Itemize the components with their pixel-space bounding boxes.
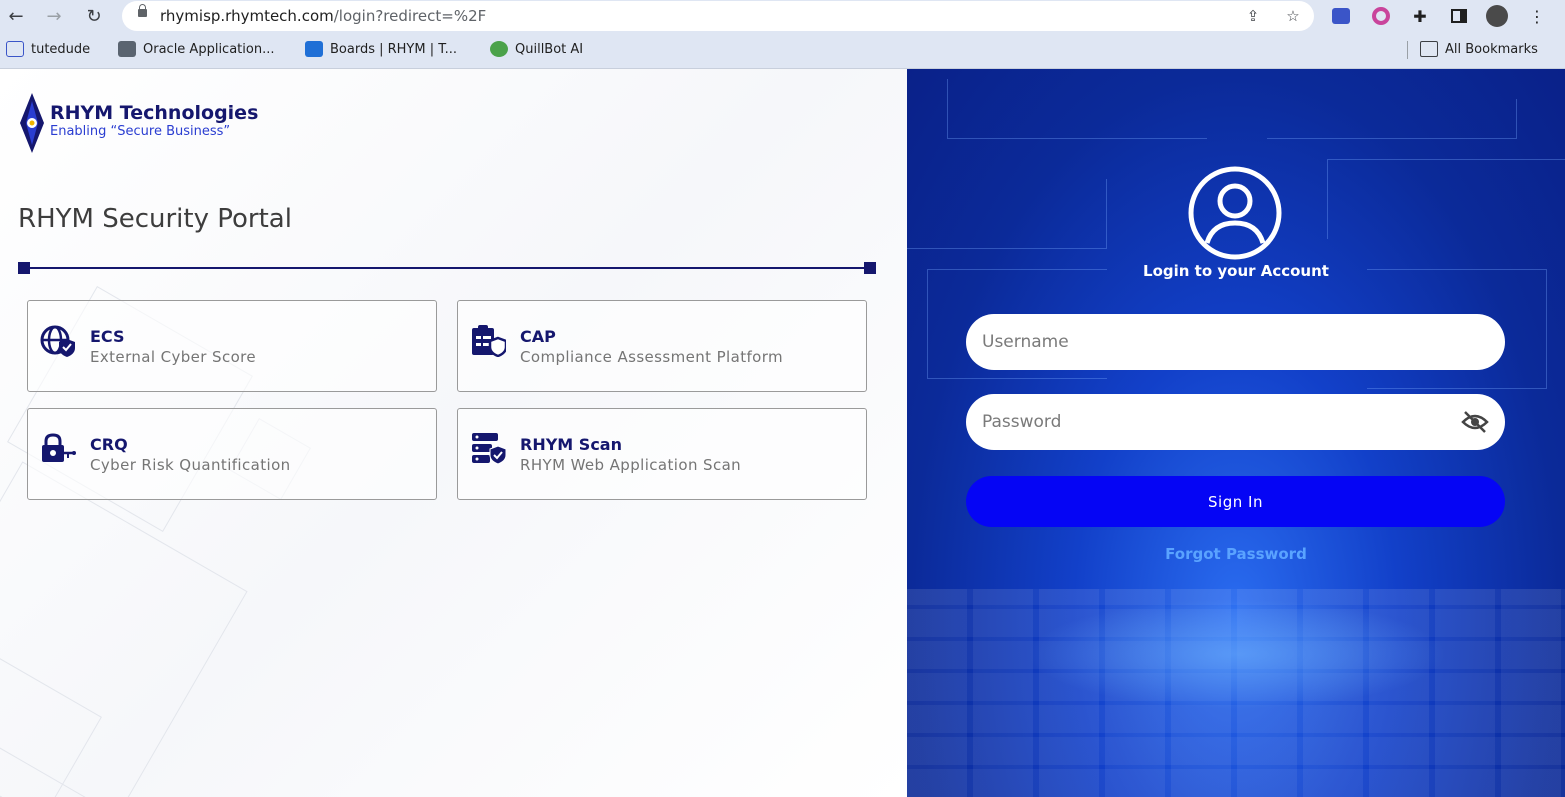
glow-decoration: [1027, 599, 1447, 709]
browser-toolbar: ← → ↻ rhymisp.rhymtech.com/login?redirec…: [0, 0, 1565, 32]
bookmarks-bar: tutedude Oracle Application... Boards | …: [0, 32, 1565, 69]
star-icon[interactable]: ☆: [1282, 5, 1304, 27]
bookmark-boards[interactable]: Boards | RHYM | T...: [305, 41, 457, 57]
bookmark-tutedude[interactable]: tutedude: [6, 41, 90, 57]
login-page: RHYM Technologies Enabling “Secure Busin…: [0, 69, 1565, 797]
address-bar[interactable]: rhymisp.rhymtech.com/login?redirect=%2F …: [122, 1, 1314, 31]
forgot-password-link[interactable]: Forgot Password: [907, 545, 1565, 563]
oracle-icon: [118, 41, 136, 57]
rhym-logo-icon: [20, 93, 44, 153]
bookmark-label: Oracle Application...: [143, 41, 275, 57]
circuit-decoration: [1327, 159, 1565, 239]
card-subtitle: Cyber Risk Quantification: [90, 456, 291, 474]
rhym-scan-card[interactable]: RHYM Scan RHYM Web Application Scan: [457, 408, 867, 500]
card-subtitle: RHYM Web Application Scan: [520, 456, 742, 474]
folder-icon: [1420, 41, 1438, 57]
ecs-card[interactable]: ECS External Cyber Score: [27, 300, 437, 392]
back-icon[interactable]: ←: [4, 4, 28, 28]
card-title: ECS: [90, 327, 125, 346]
cap-card[interactable]: CAP Compliance Assessment Platform: [457, 300, 867, 392]
card-title: CRQ: [90, 435, 128, 454]
divider-endcap: [864, 262, 876, 274]
extension-icon[interactable]: [1330, 5, 1352, 27]
bookmark-separator: [1407, 41, 1408, 59]
all-bookmarks-label: All Bookmarks: [1445, 41, 1538, 57]
login-panel: Login to your Account Sign In Forgot Pas…: [907, 69, 1565, 797]
sign-in-button[interactable]: Sign In: [966, 476, 1505, 527]
login-title: Login to your Account: [1143, 262, 1329, 280]
server-shield-icon: [472, 433, 506, 465]
password-field[interactable]: [966, 394, 1505, 450]
bookmark-label: QuillBot AI: [515, 41, 584, 57]
circuit-decoration: [947, 79, 1207, 139]
trello-icon: [305, 41, 323, 57]
profile-avatar-icon[interactable]: [1486, 5, 1508, 27]
page-title: RHYM Security Portal: [18, 204, 292, 234]
bookmark-label: Boards | RHYM | T...: [330, 41, 458, 57]
bookmark-quillbot[interactable]: QuillBot AI: [490, 41, 583, 57]
card-subtitle: Compliance Assessment Platform: [520, 348, 784, 366]
crq-card[interactable]: CRQ Cyber Risk Quantification: [27, 408, 437, 500]
user-avatar-icon: [1188, 166, 1282, 260]
all-bookmarks[interactable]: All Bookmarks: [1420, 41, 1538, 57]
lock-icon[interactable]: [138, 4, 147, 17]
bookmark-oracle[interactable]: Oracle Application...: [118, 41, 274, 57]
brand-tagline: Enabling “Secure Business”: [50, 124, 231, 139]
reload-icon[interactable]: ↻: [82, 4, 106, 28]
divider-endcap: [18, 262, 30, 274]
clipboard-shield-icon: [472, 325, 506, 357]
circuit-decoration: [1267, 99, 1517, 139]
brand-name: RHYM Technologies: [50, 102, 259, 124]
colorzilla-icon[interactable]: [1370, 5, 1392, 27]
eye-off-icon[interactable]: [1461, 410, 1489, 434]
lock-key-icon: [42, 433, 76, 462]
card-title: CAP: [520, 327, 556, 346]
circuit-decoration: [907, 179, 1107, 249]
password-input[interactable]: [966, 394, 1505, 450]
bookmark-label: tutedude: [31, 41, 91, 57]
card-title: RHYM Scan: [520, 435, 622, 454]
menu-dots-icon[interactable]: ⋮: [1526, 5, 1548, 27]
url-text[interactable]: rhymisp.rhymtech.com/login?redirect=%2F: [160, 7, 486, 25]
side-panel-icon[interactable]: [1448, 5, 1470, 27]
book-icon: [6, 41, 24, 57]
username-field[interactable]: [966, 314, 1505, 370]
portal-panel: RHYM Technologies Enabling “Secure Busin…: [0, 69, 907, 797]
globe-shield-icon: [40, 325, 75, 357]
quillbot-icon: [490, 41, 508, 57]
forward-icon[interactable]: →: [42, 4, 66, 28]
puzzle-icon[interactable]: ✚: [1409, 5, 1431, 27]
username-input[interactable]: [966, 314, 1505, 370]
title-divider: [24, 267, 872, 269]
share-icon[interactable]: ⇪: [1242, 5, 1264, 27]
card-subtitle: External Cyber Score: [90, 348, 257, 366]
